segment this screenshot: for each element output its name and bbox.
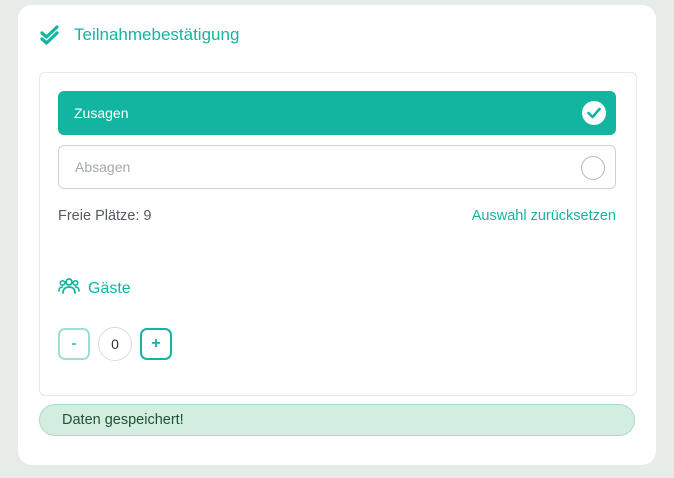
- guests-stepper: - 0 +: [58, 327, 172, 361]
- double-check-icon: [40, 25, 60, 45]
- decline-option[interactable]: Absagen: [58, 145, 616, 189]
- attendance-card: Teilnahmebestätigung Zusagen Absagen Fre…: [18, 5, 656, 465]
- accept-option-label: Zusagen: [74, 105, 129, 121]
- decrement-button[interactable]: -: [58, 328, 90, 360]
- guests-title: Gäste: [88, 279, 131, 297]
- accept-option[interactable]: Zusagen: [58, 91, 616, 135]
- saved-status-message: Daten gespeichert!: [39, 404, 635, 436]
- increment-button[interactable]: +: [140, 328, 172, 360]
- radio-empty-icon[interactable]: [581, 156, 605, 180]
- info-row: Freie Plätze: 9 Auswahl zurücksetzen: [58, 208, 616, 224]
- decline-option-label: Absagen: [75, 159, 131, 175]
- users-icon: [58, 277, 80, 300]
- reset-selection-link[interactable]: Auswahl zurücksetzen: [472, 208, 616, 224]
- attendance-panel: Zusagen Absagen Freie Plätze: 9 Auswahl …: [39, 72, 637, 396]
- card-header: Teilnahmebestätigung: [40, 25, 239, 45]
- status-text: Daten gespeichert!: [62, 412, 184, 428]
- radio-checked-icon[interactable]: [582, 101, 606, 125]
- guests-heading: Gäste: [58, 277, 131, 300]
- guest-count: 0: [98, 327, 132, 361]
- card-title: Teilnahmebestätigung: [74, 25, 240, 44]
- free-seats-text: Freie Plätze: 9: [58, 208, 152, 224]
